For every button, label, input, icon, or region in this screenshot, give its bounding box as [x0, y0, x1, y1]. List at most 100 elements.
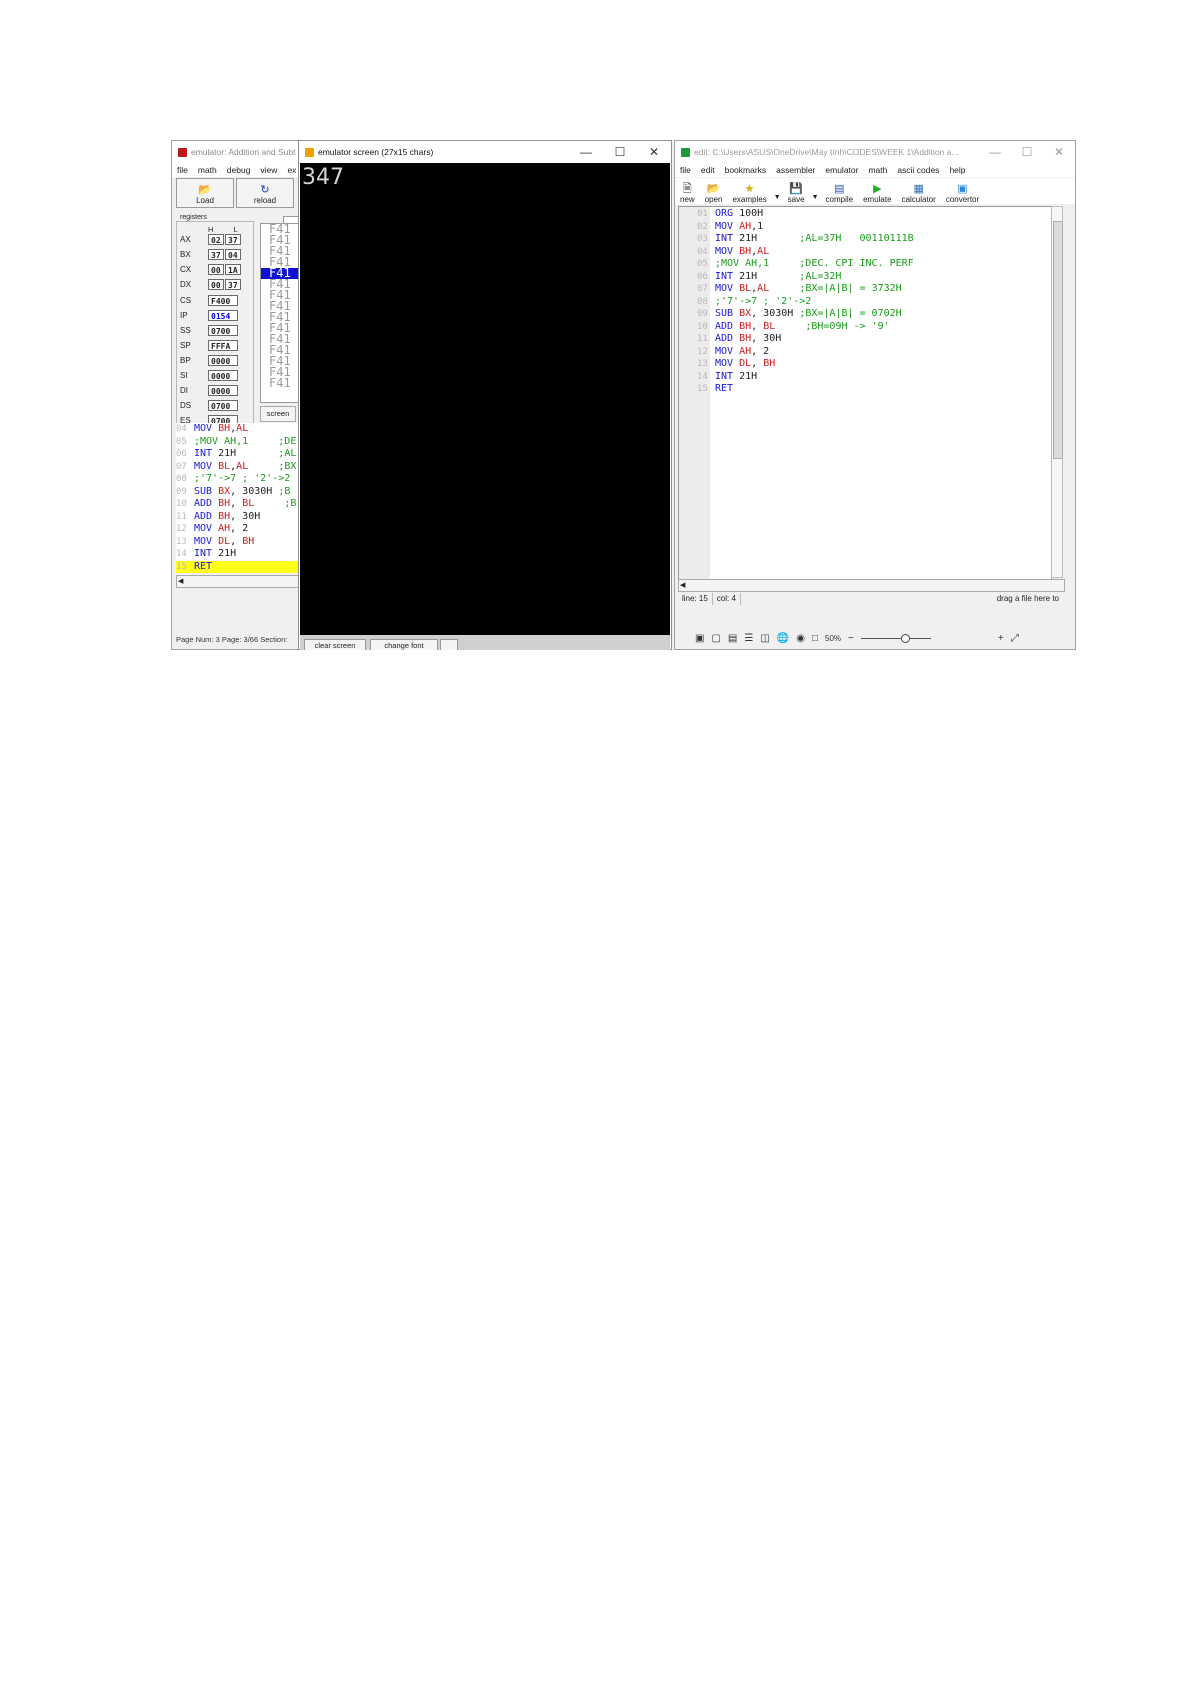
editor-menu-edit[interactable]: edit	[696, 163, 720, 177]
register-ax-high[interactable]: 02	[208, 234, 224, 245]
examples-button[interactable]: ★ examples	[727, 178, 771, 204]
code-line[interactable]: 02 MOV AH,1	[697, 221, 914, 234]
register-cx-low[interactable]: 1A	[225, 264, 241, 275]
register-dx-low[interactable]: 37	[225, 279, 241, 290]
register-ax-low[interactable]: 37	[225, 234, 241, 245]
code-line[interactable]: 01 ORG 100H	[697, 208, 914, 221]
register-bx-low[interactable]: 04	[225, 249, 241, 260]
code-line[interactable]: 03 INT 21H ;AL=37H 00110111B	[697, 233, 914, 246]
register-bx-high[interactable]: 37	[208, 249, 224, 260]
compile-button[interactable]: ▤ compile	[821, 178, 859, 204]
code-text: RET	[715, 383, 734, 394]
line-number: 12	[697, 346, 708, 357]
outline-icon[interactable]: ☰	[744, 633, 753, 644]
web-layout-icon[interactable]: 🌐	[777, 633, 789, 644]
menu-debug[interactable]: debug	[222, 163, 256, 177]
code-line[interactable]: 12 MOV AH, 2	[176, 523, 316, 536]
memory-item[interactable]: F41	[261, 377, 301, 389]
code-line[interactable]: 04 MOV BH,AL	[176, 423, 316, 436]
convertor-button[interactable]: ▣ convertor	[941, 178, 984, 204]
emulator-source-view[interactable]: 04 MOV BH,AL 05 ;MOV AH,1 ;DE 06 INT 21H ;AL 0…	[176, 423, 316, 573]
clear-screen-button[interactable]: clear screen	[304, 639, 366, 650]
editor-source-view[interactable]: 01 ORG 100H 02 MOV AH,1 03 INT 21H ;AL=37H 00…	[678, 206, 1052, 580]
zoom-slider[interactable]	[860, 633, 931, 643]
calculator-button[interactable]: ▦ calculator	[897, 178, 941, 204]
fit-page-icon[interactable]: □	[812, 633, 818, 644]
minimize-icon[interactable]: —	[569, 141, 603, 163]
code-line[interactable]: 09 SUB BX, 3030H ;B	[176, 486, 316, 499]
code-line[interactable]: 09 SUB BX, 3030H ;BX=|A|B| = 0702H	[697, 308, 914, 321]
status-line: line: 15	[678, 593, 713, 605]
minimize-icon[interactable]: —	[979, 141, 1011, 163]
menu-view[interactable]: view	[255, 163, 282, 177]
register-cx-high[interactable]: 00	[208, 264, 224, 275]
code-line[interactable]: 08 ;'7'->7 ; '2'->2	[176, 473, 316, 486]
emulate-button[interactable]: ▶ emulate	[858, 178, 896, 204]
scroll-left-icon[interactable]: ◀	[680, 581, 685, 590]
code-line[interactable]: 05 ;MOV AH,1 ;DEC. CPI INC. PERF	[697, 258, 914, 271]
code-line[interactable]: 15 RET	[697, 383, 914, 396]
code-line[interactable]: 10 ADD BH, BL ;B	[176, 498, 316, 511]
code-line[interactable]: 14 INT 21H	[176, 548, 316, 561]
code-line[interactable]: 13 MOV DL, BH	[176, 536, 316, 549]
load-button[interactable]: 📂 Load	[176, 178, 234, 208]
editor-menu-ascii-codes[interactable]: ascii codes	[892, 163, 944, 177]
menu-math[interactable]: math	[193, 163, 222, 177]
save-dropdown[interactable]: ▼	[810, 178, 821, 204]
code-line[interactable]: 15 RET	[176, 560, 316, 573]
maximize-icon[interactable]: ☐	[603, 141, 637, 163]
page-icon[interactable]: ▢	[711, 633, 720, 644]
change-font-button[interactable]: change font	[370, 639, 438, 650]
scroll-thumb[interactable]	[1053, 221, 1063, 459]
read-mode-icon[interactable]: ◫	[760, 633, 769, 644]
code-line[interactable]: 05 ;MOV AH,1 ;DE	[176, 436, 316, 449]
zoom-slider-thumb[interactable]	[900, 633, 910, 643]
code-line[interactable]: 06 INT 21H ;AL	[176, 448, 316, 461]
code-line[interactable]: 08 ;'7'->7 ; '2'->2	[697, 296, 914, 309]
editor-app-icon	[681, 147, 690, 157]
code-line[interactable]: 04 MOV BH,AL	[697, 246, 914, 259]
menu-file[interactable]: file	[172, 163, 193, 177]
save-button[interactable]: 💾 save	[783, 178, 810, 204]
editor-menu-math[interactable]: math	[863, 163, 892, 177]
reload-button[interactable]: ↻ reload	[236, 178, 294, 208]
code-line[interactable]: 13 MOV DL, BH	[697, 358, 914, 371]
close-icon[interactable]: ✕	[1043, 141, 1075, 163]
print-layout-icon[interactable]: ▤	[728, 633, 737, 644]
zoom-out-icon[interactable]: −	[848, 633, 854, 644]
new-button[interactable]: 🗎 new	[675, 178, 700, 204]
maximize-icon[interactable]: ☐	[1011, 141, 1043, 163]
extra-button[interactable]	[440, 639, 458, 650]
code-line[interactable]: 11 ADD BH, 30H	[176, 511, 316, 524]
code-line[interactable]: 11 ADD BH, 30H	[697, 333, 914, 346]
editor-menu-help[interactable]: help	[944, 163, 970, 177]
memory-list[interactable]: F41 F41 F41 F41 F41 F41 F41 F41 F41 F41 F41 F41 F41 F…	[260, 223, 302, 403]
code-line[interactable]: 10 ADD BH, BL ;BH=09H -> '9'	[697, 321, 914, 334]
code-line[interactable]: 06 INT 21H ;AL=32H	[697, 271, 914, 284]
immersive-icon[interactable]: ◉	[796, 633, 805, 644]
calculator-icon: ▦	[913, 183, 924, 195]
register-dx-high[interactable]: 00	[208, 279, 224, 290]
close-icon[interactable]: ✕	[637, 141, 671, 163]
code-line[interactable]: 14 INT 21H	[697, 371, 914, 384]
editor-horizontal-scrollbar[interactable]: ◀	[678, 579, 1065, 592]
code-line[interactable]: 07 MOV BL,AL ;BX=|A|B| = 3732H	[697, 283, 914, 296]
editor-menubar: file edit bookmarks assembler emulator m…	[675, 163, 1075, 177]
scroll-left-icon[interactable]: ◀	[178, 577, 183, 586]
focus-icon[interactable]: ▣	[695, 633, 704, 644]
zoom-level[interactable]: 50%	[825, 634, 841, 643]
screen-button[interactable]: screen	[260, 406, 296, 422]
emulator-horizontal-scrollbar[interactable]: ◀	[176, 575, 300, 588]
editor-menu-assembler[interactable]: assembler	[771, 163, 820, 177]
code-line[interactable]: 12 MOV AH, 2	[697, 346, 914, 359]
zoom-in-icon[interactable]: +	[998, 633, 1004, 644]
code-line[interactable]: 07 MOV BL,AL ;BX	[176, 461, 316, 474]
editor-vertical-scrollbar[interactable]	[1051, 206, 1063, 578]
editor-menu-file[interactable]: file	[675, 163, 696, 177]
editor-menu-emulator[interactable]: emulator	[820, 163, 863, 177]
examples-dropdown[interactable]: ▼	[772, 178, 783, 204]
open-button[interactable]: 📂 open	[700, 178, 728, 204]
fullscreen-icon[interactable]: ⤢	[1011, 633, 1019, 644]
register-sp: SP FFFA	[180, 339, 239, 352]
editor-menu-bookmarks[interactable]: bookmarks	[720, 163, 772, 177]
